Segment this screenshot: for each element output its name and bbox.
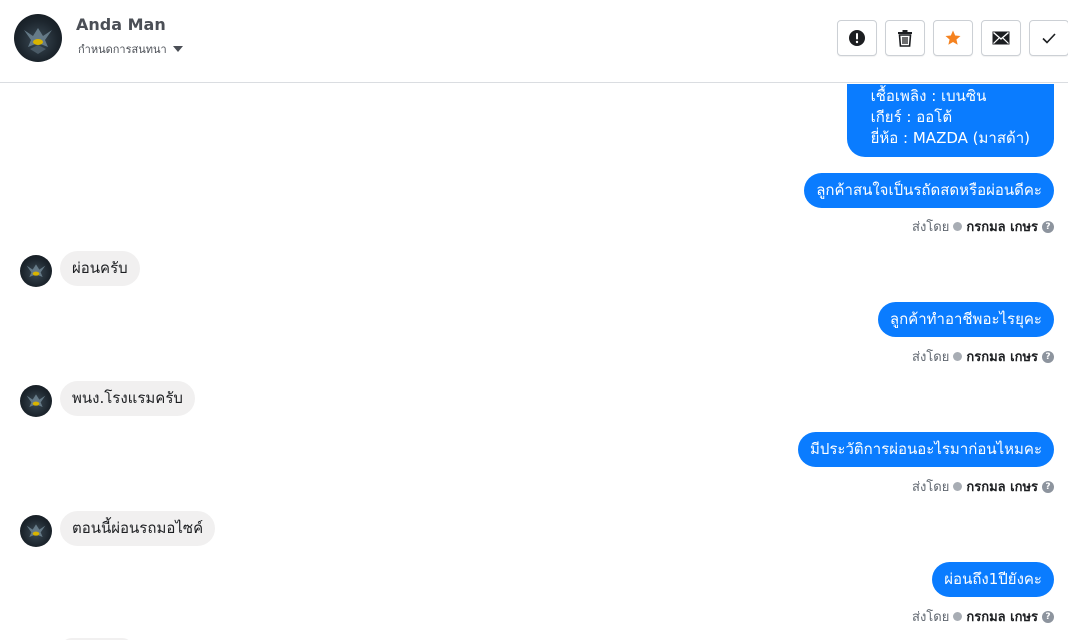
caret-down-icon [172, 46, 183, 52]
agent-name: กรกมล เกษร [966, 610, 1038, 625]
outgoing-message-bubble: ลูกค้าทำอาชีพอะไรยุคะ [877, 302, 1054, 337]
sent-by-info: ส่งโดย กรกมล เกษร ? [912, 346, 1054, 367]
check-circle-icon [953, 482, 963, 491]
star-icon [945, 30, 961, 45]
avatar-image [26, 264, 46, 277]
conversation-status-dropdown[interactable]: กำหนดการสนทนา [78, 40, 183, 58]
sent-by-label: ส่งโดย [912, 220, 950, 235]
avatar[interactable] [20, 515, 52, 547]
contact-name[interactable]: Anda Man [76, 15, 166, 34]
help-icon[interactable]: ? [1042, 220, 1054, 233]
help-icon[interactable]: ? [1042, 350, 1054, 363]
message-text: ยี่ห้อ : MAZDA (มาสด้า) [870, 129, 1030, 147]
agent-name: กรกมล เกษร [966, 220, 1038, 235]
message-text: เชื้อเพลิง : เบนซิน [870, 87, 987, 105]
incoming-message-bubble: พนง.โรงแรมครับ [60, 381, 195, 416]
check-circle-icon [953, 222, 963, 231]
trash-icon [898, 30, 912, 47]
avatar[interactable] [14, 14, 62, 62]
message-text: เกียร์ : ออโต้ [870, 108, 953, 126]
checkmark-icon [1042, 33, 1056, 44]
incoming-message-bubble: ตอนนี้ผ่อนรถมอไซค์ [60, 511, 216, 546]
outgoing-message-bubble: ลูกค้าสนใจเป็นรถัดสดหรือผ่อนดีคะ [804, 173, 1054, 208]
avatar-image [26, 524, 46, 537]
avatar[interactable] [20, 385, 52, 417]
alert-icon [849, 30, 865, 46]
agent-name: กรกมล เกษร [966, 480, 1038, 495]
sent-by-label: ส่งโดย [912, 350, 950, 365]
agent-name: กรกมล เกษร [966, 350, 1038, 365]
incoming-message-bubble: ผ่อนครับ [60, 251, 140, 286]
mark-unread-button[interactable] [981, 20, 1021, 56]
sent-by-info: ส่งโดย กรกมล เกษร ? [912, 476, 1054, 497]
outgoing-message-bubble: ผ่อนถึง1ปียังคะ [932, 562, 1054, 597]
conversation-header: Anda Man กำหนดการสนทนา [0, 0, 1068, 83]
mark-done-button[interactable] [1029, 20, 1068, 56]
envelope-icon [992, 31, 1010, 45]
delete-button[interactable] [885, 20, 925, 56]
mark-spam-button[interactable] [837, 20, 877, 56]
avatar[interactable] [20, 255, 52, 287]
outgoing-message-bubble: เชื้อเพลิง : เบนซิน เกียร์ : ออโต้ ยี่ห้… [846, 84, 1054, 157]
message-thread[interactable]: เชื้อเพลิง : เบนซิน เกียร์ : ออโต้ ยี่ห้… [0, 84, 1068, 640]
outgoing-message-bubble: มีประวัติการผ่อนอะไรมาก่อนไหมคะ [797, 432, 1054, 467]
avatar-image [24, 28, 52, 54]
star-button[interactable] [933, 20, 973, 56]
avatar-image [26, 394, 46, 407]
sent-by-info: ส่งโดย กรกมล เกษร ? [912, 216, 1054, 237]
header-actions [837, 20, 1068, 56]
conversation-status-label: กำหนดการสนทนา [78, 43, 167, 56]
check-circle-icon [953, 612, 963, 621]
sent-by-label: ส่งโดย [912, 610, 950, 625]
help-icon[interactable]: ? [1042, 610, 1054, 623]
help-icon[interactable]: ? [1042, 480, 1054, 493]
sent-by-info: ส่งโดย กรกมล เกษร ? [912, 606, 1054, 627]
check-circle-icon [953, 352, 963, 361]
sent-by-label: ส่งโดย [912, 480, 950, 495]
